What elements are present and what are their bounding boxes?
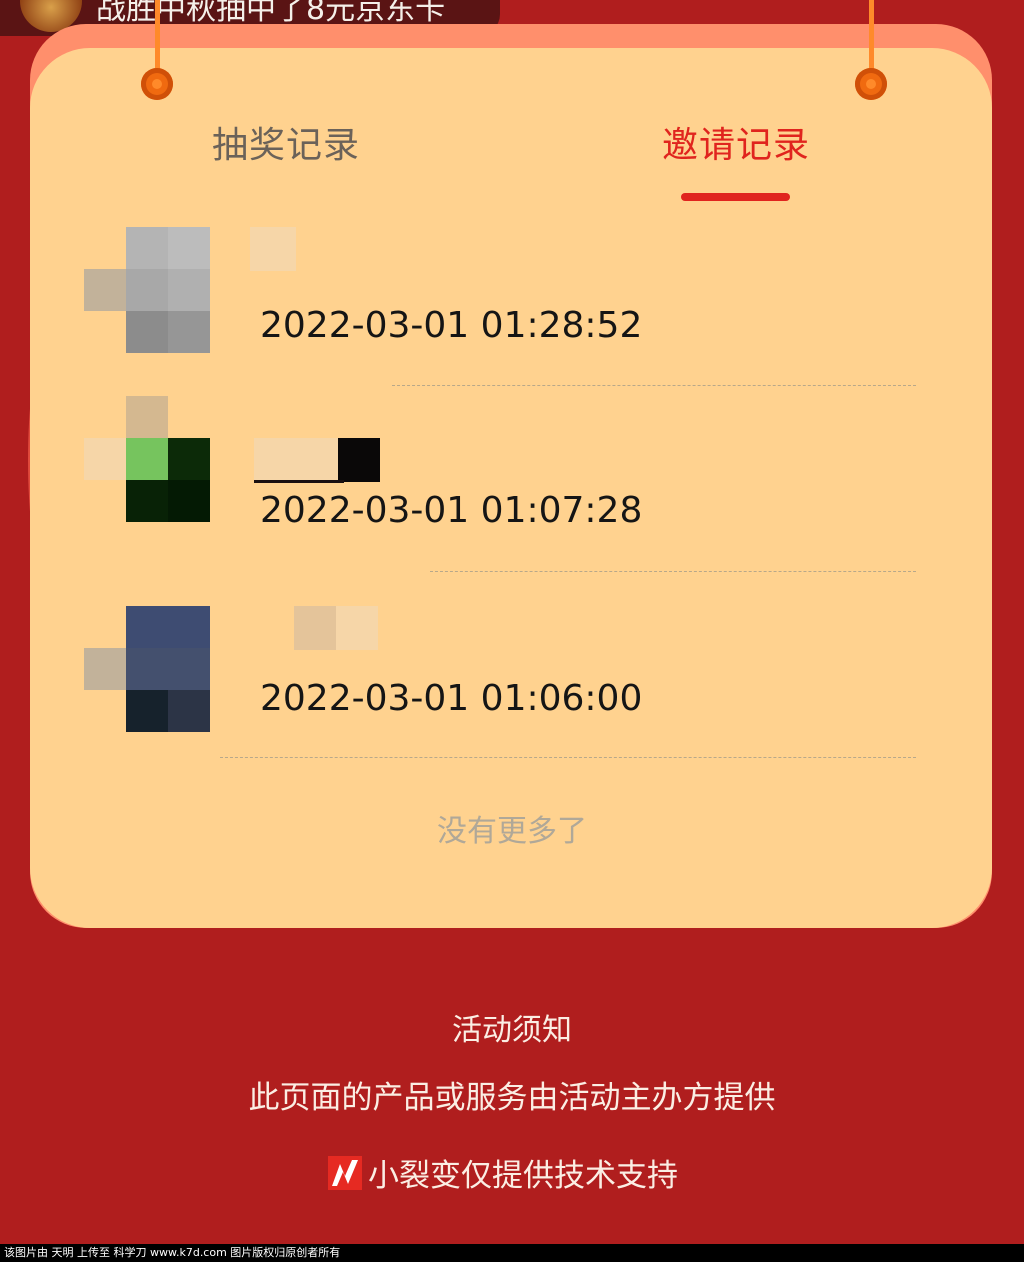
invite-record: 2022-03-01 01:07:28	[84, 396, 924, 566]
record-time: 2022-03-01 01:07:28	[260, 490, 643, 531]
avatar	[84, 227, 214, 357]
nickname-blurred	[338, 438, 380, 482]
hanging-knob-left	[141, 68, 173, 100]
tech-support-line: 小裂变仅提供技术支持	[328, 1150, 678, 1195]
nickname-blurred	[294, 606, 336, 650]
lightning-logo-icon	[328, 1155, 362, 1190]
tab-draw-records[interactable]: 抽奖记录	[212, 116, 360, 168]
nickname-blurred	[254, 480, 344, 483]
record-divider	[392, 385, 916, 386]
avatar	[84, 396, 214, 526]
tab-invite-records[interactable]: 邀请记录	[662, 116, 810, 168]
nickname-blurred	[250, 227, 296, 271]
watermark-bar: 该图片由 天明 上传至 科学刀 www.k7d.com 图片版权归原创者所有	[0, 1244, 1024, 1262]
active-tab-indicator	[681, 193, 790, 201]
record-divider	[220, 757, 916, 758]
record-divider	[430, 571, 916, 572]
avatar	[84, 606, 214, 736]
nickname-blurred	[254, 438, 338, 482]
nickname-blurred	[336, 606, 378, 650]
provider-note: 此页面的产品或服务由活动主办方提供	[248, 1080, 776, 1116]
hanging-string-left	[155, 0, 160, 78]
list-end-text: 没有更多了	[437, 814, 587, 849]
record-time: 2022-03-01 01:28:52	[260, 305, 643, 346]
activity-notice-link[interactable]: 活动须知	[0, 1005, 1024, 1049]
invite-record: 2022-03-01 01:06:00	[84, 606, 924, 776]
invite-record: 2022-03-01 01:28:52	[84, 227, 924, 397]
hanging-knob-right	[855, 68, 887, 100]
record-time: 2022-03-01 01:06:00	[260, 678, 643, 719]
tech-support-text: 小裂变仅提供技术支持	[368, 1158, 678, 1194]
hanging-string-right	[869, 0, 874, 78]
